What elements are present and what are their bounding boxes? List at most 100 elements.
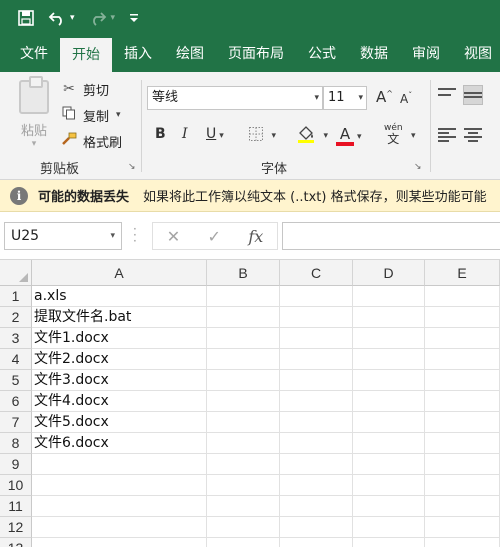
row-header[interactable]: 13 — [0, 538, 32, 547]
tab-draw[interactable]: 绘图 — [164, 36, 216, 72]
select-all-button[interactable] — [0, 260, 32, 286]
cell[interactable] — [207, 328, 280, 349]
phonetic-guide-button[interactable]: wén 文 — [384, 123, 403, 147]
cell[interactable] — [425, 370, 500, 391]
tab-file[interactable]: 文件 — [8, 36, 60, 72]
cell[interactable] — [353, 391, 425, 412]
formula-input[interactable] — [282, 222, 500, 250]
column-header-a[interactable]: A — [32, 260, 207, 286]
cell[interactable] — [280, 496, 353, 517]
font-launcher-icon[interactable]: ↘ — [414, 162, 422, 172]
cell[interactable] — [425, 412, 500, 433]
cut-button[interactable]: ✂ 剪切 — [60, 78, 109, 100]
cell[interactable] — [353, 538, 425, 547]
tab-data[interactable]: 数据 — [348, 36, 400, 72]
cell[interactable] — [280, 307, 353, 328]
cell[interactable] — [280, 475, 353, 496]
insert-function-icon[interactable]: fx — [248, 227, 263, 246]
cell[interactable] — [207, 391, 280, 412]
row-header[interactable]: 8 — [0, 433, 32, 454]
italic-button[interactable]: I — [182, 122, 188, 146]
row-header[interactable]: 7 — [0, 412, 32, 433]
tab-page-layout[interactable]: 页面布局 — [216, 36, 296, 72]
cell[interactable] — [207, 475, 280, 496]
underline-button[interactable]: U ▾ — [206, 122, 224, 146]
column-header-e[interactable]: E — [425, 260, 500, 286]
cell[interactable] — [280, 349, 353, 370]
cell[interactable] — [32, 538, 207, 547]
align-top-icon[interactable] — [438, 86, 456, 104]
cell[interactable] — [280, 370, 353, 391]
cancel-icon[interactable]: ✕ — [167, 227, 180, 246]
paste-button[interactable]: 粘贴 ▾ — [14, 76, 54, 150]
copy-dropdown-icon[interactable]: ▾ — [116, 110, 121, 120]
cell[interactable] — [207, 349, 280, 370]
cell[interactable]: 提取文件名.bat — [32, 307, 207, 328]
cell[interactable] — [353, 328, 425, 349]
cell[interactable] — [280, 391, 353, 412]
column-header-b[interactable]: B — [207, 260, 280, 286]
cell[interactable] — [425, 517, 500, 538]
font-size-select[interactable]: 11 ▾ — [323, 86, 367, 110]
cell[interactable] — [207, 307, 280, 328]
customize-qat-icon[interactable] — [129, 8, 139, 28]
undo-icon[interactable] — [48, 8, 66, 28]
column-header-c[interactable]: C — [280, 260, 353, 286]
align-middle-icon[interactable] — [463, 85, 483, 105]
cell[interactable]: 文件4.docx — [32, 391, 207, 412]
cell[interactable] — [207, 370, 280, 391]
increase-font-size-button[interactable]: A^ — [376, 88, 393, 106]
cell[interactable] — [425, 538, 500, 547]
cell[interactable] — [32, 496, 207, 517]
name-box[interactable]: U25 ▾ — [4, 222, 122, 250]
tab-review[interactable]: 审阅 — [400, 36, 452, 72]
cell[interactable] — [425, 286, 500, 307]
cell[interactable]: 文件1.docx — [32, 328, 207, 349]
cell[interactable] — [207, 538, 280, 547]
row-header[interactable]: 4 — [0, 349, 32, 370]
borders-button[interactable]: ▾ — [248, 122, 276, 146]
cell[interactable] — [207, 454, 280, 475]
format-painter-button[interactable]: 格式刷 — [60, 130, 122, 152]
cell[interactable]: 文件2.docx — [32, 349, 207, 370]
undo-dropdown-icon[interactable]: ▾ — [70, 8, 75, 28]
cell[interactable] — [353, 517, 425, 538]
cell[interactable] — [353, 307, 425, 328]
tab-insert[interactable]: 插入 — [112, 36, 164, 72]
row-header[interactable]: 12 — [0, 517, 32, 538]
cell[interactable] — [353, 349, 425, 370]
cell[interactable] — [207, 412, 280, 433]
enter-icon[interactable]: ✓ — [208, 227, 221, 246]
cell[interactable] — [425, 391, 500, 412]
row-header[interactable]: 3 — [0, 328, 32, 349]
cell[interactable]: 文件5.docx — [32, 412, 207, 433]
tab-view[interactable]: 视图 — [452, 36, 500, 72]
cell[interactable] — [353, 412, 425, 433]
cell[interactable] — [32, 475, 207, 496]
cell[interactable] — [280, 433, 353, 454]
cell[interactable] — [353, 370, 425, 391]
align-center-icon[interactable] — [464, 126, 482, 144]
bold-button[interactable]: B — [155, 122, 166, 146]
cell[interactable] — [353, 286, 425, 307]
tab-formulas[interactable]: 公式 — [296, 36, 348, 72]
cell[interactable] — [425, 307, 500, 328]
cell[interactable] — [207, 286, 280, 307]
cell[interactable] — [280, 286, 353, 307]
row-header[interactable]: 10 — [0, 475, 32, 496]
font-color-button[interactable]: A ▾ — [336, 122, 362, 146]
cell[interactable] — [280, 454, 353, 475]
cell[interactable] — [425, 349, 500, 370]
column-header-d[interactable]: D — [353, 260, 425, 286]
cell[interactable]: 文件3.docx — [32, 370, 207, 391]
cell[interactable] — [425, 475, 500, 496]
save-icon[interactable] — [18, 8, 34, 28]
cell[interactable] — [32, 517, 207, 538]
cell[interactable] — [280, 328, 353, 349]
cell[interactable] — [425, 433, 500, 454]
cell[interactable] — [280, 538, 353, 547]
cell[interactable]: a.xls — [32, 286, 207, 307]
font-name-select[interactable]: 等线 ▾ — [147, 86, 323, 110]
cell[interactable] — [353, 475, 425, 496]
clipboard-launcher-icon[interactable]: ↘ — [128, 162, 136, 172]
